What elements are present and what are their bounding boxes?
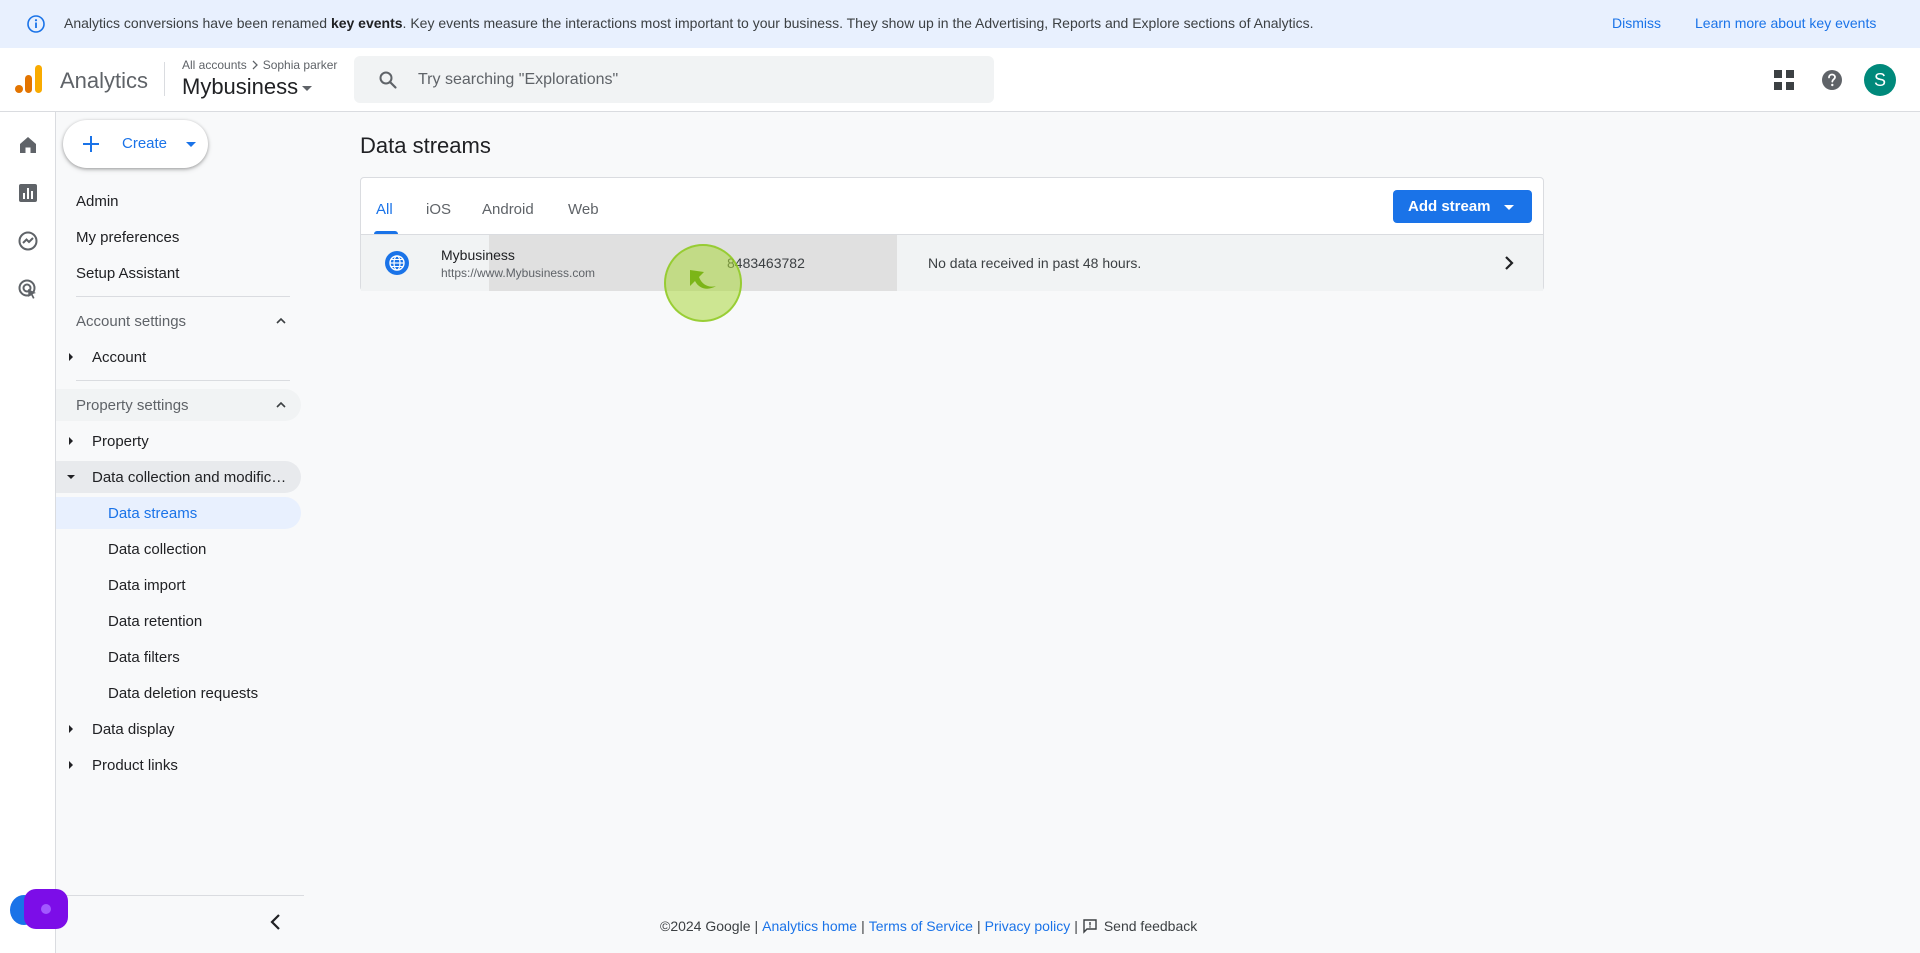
expand-arrow-icon — [69, 761, 73, 769]
property-settings-section[interactable]: Property settings — [56, 389, 301, 421]
nav-admin[interactable]: Admin — [56, 185, 301, 217]
dismiss-link[interactable]: Dismiss — [1612, 15, 1661, 31]
admin-sidenav: Create Admin My preferences Setup Assist… — [56, 112, 304, 953]
search-bar[interactable] — [354, 56, 994, 103]
nav-data-display[interactable]: Data display — [56, 713, 301, 745]
nav-data-retention[interactable]: Data retention — [56, 605, 301, 637]
click-indicator — [664, 244, 742, 322]
separator: | — [1074, 918, 1078, 934]
stream-status: No data received in past 48 hours. — [928, 255, 1142, 271]
nav-divider — [76, 380, 290, 381]
search-input[interactable] — [418, 68, 978, 92]
stream-name: Mybusiness — [441, 247, 515, 263]
breadcrumb[interactable]: All accounts Sophia parker — [182, 58, 337, 72]
nav-data-collection-and-modification[interactable]: Data collection and modifica... — [56, 461, 301, 493]
info-icon — [27, 15, 45, 33]
advertising-icon[interactable] — [17, 278, 39, 300]
nav-data-collection[interactable]: Data collection — [56, 533, 301, 565]
home-icon[interactable] — [17, 134, 39, 156]
caret-down-icon — [1504, 205, 1514, 210]
property-picker[interactable]: Mybusiness — [182, 74, 313, 100]
separator: | — [976, 918, 981, 934]
breadcrumb-account[interactable]: Sophia parker — [263, 58, 338, 72]
web-globe-icon — [385, 251, 409, 275]
create-button[interactable]: Create — [63, 120, 208, 168]
nav-account[interactable]: Account — [56, 341, 301, 373]
analytics-home-link[interactable]: Analytics home — [762, 918, 857, 934]
add-stream-label: Add stream — [1408, 198, 1491, 215]
apps-grid-icon[interactable] — [1773, 69, 1795, 91]
page-footer: ©2024 Google | Analytics home | Terms of… — [660, 918, 1197, 934]
nav-data-deletion-requests[interactable]: Data deletion requests — [56, 677, 301, 709]
nav-setup-assistant[interactable]: Setup Assistant — [56, 257, 301, 289]
send-feedback-button[interactable]: Send feedback — [1082, 918, 1197, 934]
nav-data-import[interactable]: Data import — [56, 569, 301, 601]
left-rail — [0, 112, 56, 953]
help-icon[interactable] — [1820, 68, 1844, 92]
chevron-right-icon — [252, 60, 258, 70]
data-streams-card: All iOS Android Web Add stream Mybusines… — [360, 177, 1544, 291]
page-title: Data streams — [360, 133, 491, 158]
search-icon — [379, 71, 397, 89]
terms-link[interactable]: Terms of Service — [869, 918, 973, 934]
assistant-widget-button[interactable] — [24, 889, 68, 929]
tab-web[interactable]: Web — [568, 201, 599, 218]
banner-message: Analytics conversions have been renamed … — [64, 15, 1314, 31]
stream-row[interactable]: Mybusiness https://www.Mybusiness.com 84… — [361, 235, 1543, 291]
nav-data-filters[interactable]: Data filters — [56, 641, 301, 673]
chevron-right-icon[interactable] — [1500, 254, 1518, 272]
banner-key-events: key events — [330, 15, 403, 31]
tab-android[interactable]: Android — [482, 201, 534, 218]
collapse-sidenav-icon[interactable] — [266, 912, 286, 932]
chevron-up-icon — [276, 401, 286, 408]
analytics-logo — [15, 65, 42, 93]
expand-arrow-icon — [69, 437, 73, 445]
collapse-arrow-icon — [67, 475, 75, 479]
copyright: ©2024 Google — [660, 918, 751, 934]
privacy-link[interactable]: Privacy policy — [985, 918, 1071, 934]
nav-divider — [76, 296, 290, 297]
property-name: Mybusiness — [182, 74, 299, 99]
top-bar: Analytics All accounts Sophia parker Myb… — [0, 48, 1920, 112]
header-divider — [164, 62, 165, 96]
expand-arrow-icon — [69, 353, 73, 361]
breadcrumb-all-accounts[interactable]: All accounts — [182, 58, 247, 72]
feedback-icon — [1083, 919, 1097, 934]
caret-down-icon — [186, 142, 196, 147]
separator: | — [754, 918, 759, 934]
tab-ios[interactable]: iOS — [426, 201, 451, 218]
nav-data-streams[interactable]: Data streams — [56, 497, 301, 529]
sidenav-footer-divider — [56, 895, 304, 896]
add-stream-button[interactable]: Add stream — [1393, 190, 1532, 223]
create-label: Create — [122, 135, 168, 152]
nav-my-preferences[interactable]: My preferences — [56, 221, 301, 253]
avatar[interactable]: S — [1864, 64, 1896, 96]
app-name: Analytics — [60, 68, 149, 93]
stream-url: https://www.Mybusiness.com — [441, 266, 596, 280]
tab-all[interactable]: All — [376, 201, 393, 218]
caret-down-icon — [302, 85, 313, 91]
learn-more-link[interactable]: Learn more about key events — [1695, 15, 1876, 31]
explore-icon[interactable] — [17, 230, 39, 252]
plus-icon — [83, 136, 99, 152]
expand-arrow-icon — [69, 725, 73, 733]
nav-property[interactable]: Property — [56, 425, 301, 457]
account-settings-section[interactable]: Account settings — [56, 305, 301, 337]
key-events-banner: Analytics conversions have been renamed … — [0, 0, 1920, 48]
separator: | — [861, 918, 865, 934]
reports-icon[interactable] — [17, 182, 39, 204]
nav-product-links[interactable]: Product links — [56, 749, 301, 781]
chevron-up-icon — [276, 317, 286, 324]
